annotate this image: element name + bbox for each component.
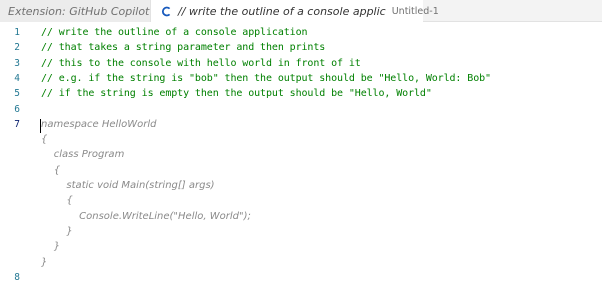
code-text: // this to the console with hello world … [41, 57, 361, 69]
code-text: // if the string is empty then the outpu… [41, 88, 432, 100]
code-line[interactable]: { [0, 132, 602, 147]
code-line[interactable]: { [0, 193, 602, 208]
ghost-suggestion-text: } [41, 256, 48, 268]
code-line[interactable]: 3 // this to the console with hello world… [0, 56, 602, 71]
line-number: 5 [14, 88, 20, 100]
tab-label: // write the outline of a console applic [178, 4, 386, 18]
ghost-suggestion-text: static void Main(string[] args) [41, 180, 215, 191]
ghost-suggestion-text: } [41, 241, 61, 253]
code-line[interactable]: 8 [0, 270, 602, 285]
code-text: // e.g. if the string is "bob" then the … [41, 72, 491, 84]
ghost-suggestion-text: { [41, 164, 61, 176]
code-line[interactable]: 7 namespace HelloWorld [0, 117, 602, 132]
code-line[interactable]: 6 [0, 102, 602, 117]
line-number: 6 [14, 103, 20, 115]
code-line[interactable]: class Program [0, 147, 602, 162]
line-number: 4 [14, 72, 20, 84]
code-line[interactable]: 1 // write the outline of a console appli… [0, 25, 602, 40]
tab-extension-github-copilot[interactable]: Extension: GitHub Copilot [0, 0, 151, 22]
ghost-suggestion-text: { [41, 195, 73, 207]
ghost-suggestion-text: class Program [41, 149, 125, 161]
code-line[interactable]: } [0, 255, 602, 270]
line-number: 7 [14, 118, 20, 130]
code-editor[interactable]: 1 // write the outline of a console appli… [0, 22, 602, 303]
code-text: // that takes a string parameter and the… [41, 42, 326, 54]
tab-label: Extension: GitHub Copilot [8, 4, 150, 18]
code-line[interactable]: 5 // if the string is empty then the outp… [0, 86, 602, 101]
line-number: 3 [14, 57, 20, 69]
code-line[interactable]: Console.WriteLine("Hello, World"); [0, 209, 602, 224]
tab-bar-empty-space [423, 0, 602, 22]
code-line[interactable]: } [0, 239, 602, 254]
line-number: 8 [14, 271, 20, 283]
code-text: // write the outline of a console applic… [41, 27, 308, 38]
ghost-suggestion-text: { [41, 134, 48, 146]
csharp-file-icon [161, 6, 172, 17]
code-line[interactable]: { [0, 163, 602, 178]
text-cursor [40, 118, 41, 133]
code-line[interactable]: } [0, 224, 602, 239]
code-line[interactable]: 2 // that takes a string parameter and th… [0, 40, 602, 55]
ghost-suggestion-text: namespace HelloWorld [41, 118, 157, 130]
ghost-suggestion-text: } [41, 225, 73, 237]
line-number: 1 [14, 27, 20, 38]
tab-bar: Extension: GitHub Copilot // write the o… [0, 0, 602, 22]
line-number: 2 [14, 42, 20, 54]
tab-untitled-1[interactable]: // write the outline of a console applic… [151, 0, 439, 22]
code-line[interactable]: static void Main(string[] args) [0, 178, 602, 193]
ghost-suggestion-text: Console.WriteLine("Hello, World"); [41, 210, 251, 222]
code-line[interactable]: 4 // e.g. if the string is "bob" then the… [0, 71, 602, 86]
